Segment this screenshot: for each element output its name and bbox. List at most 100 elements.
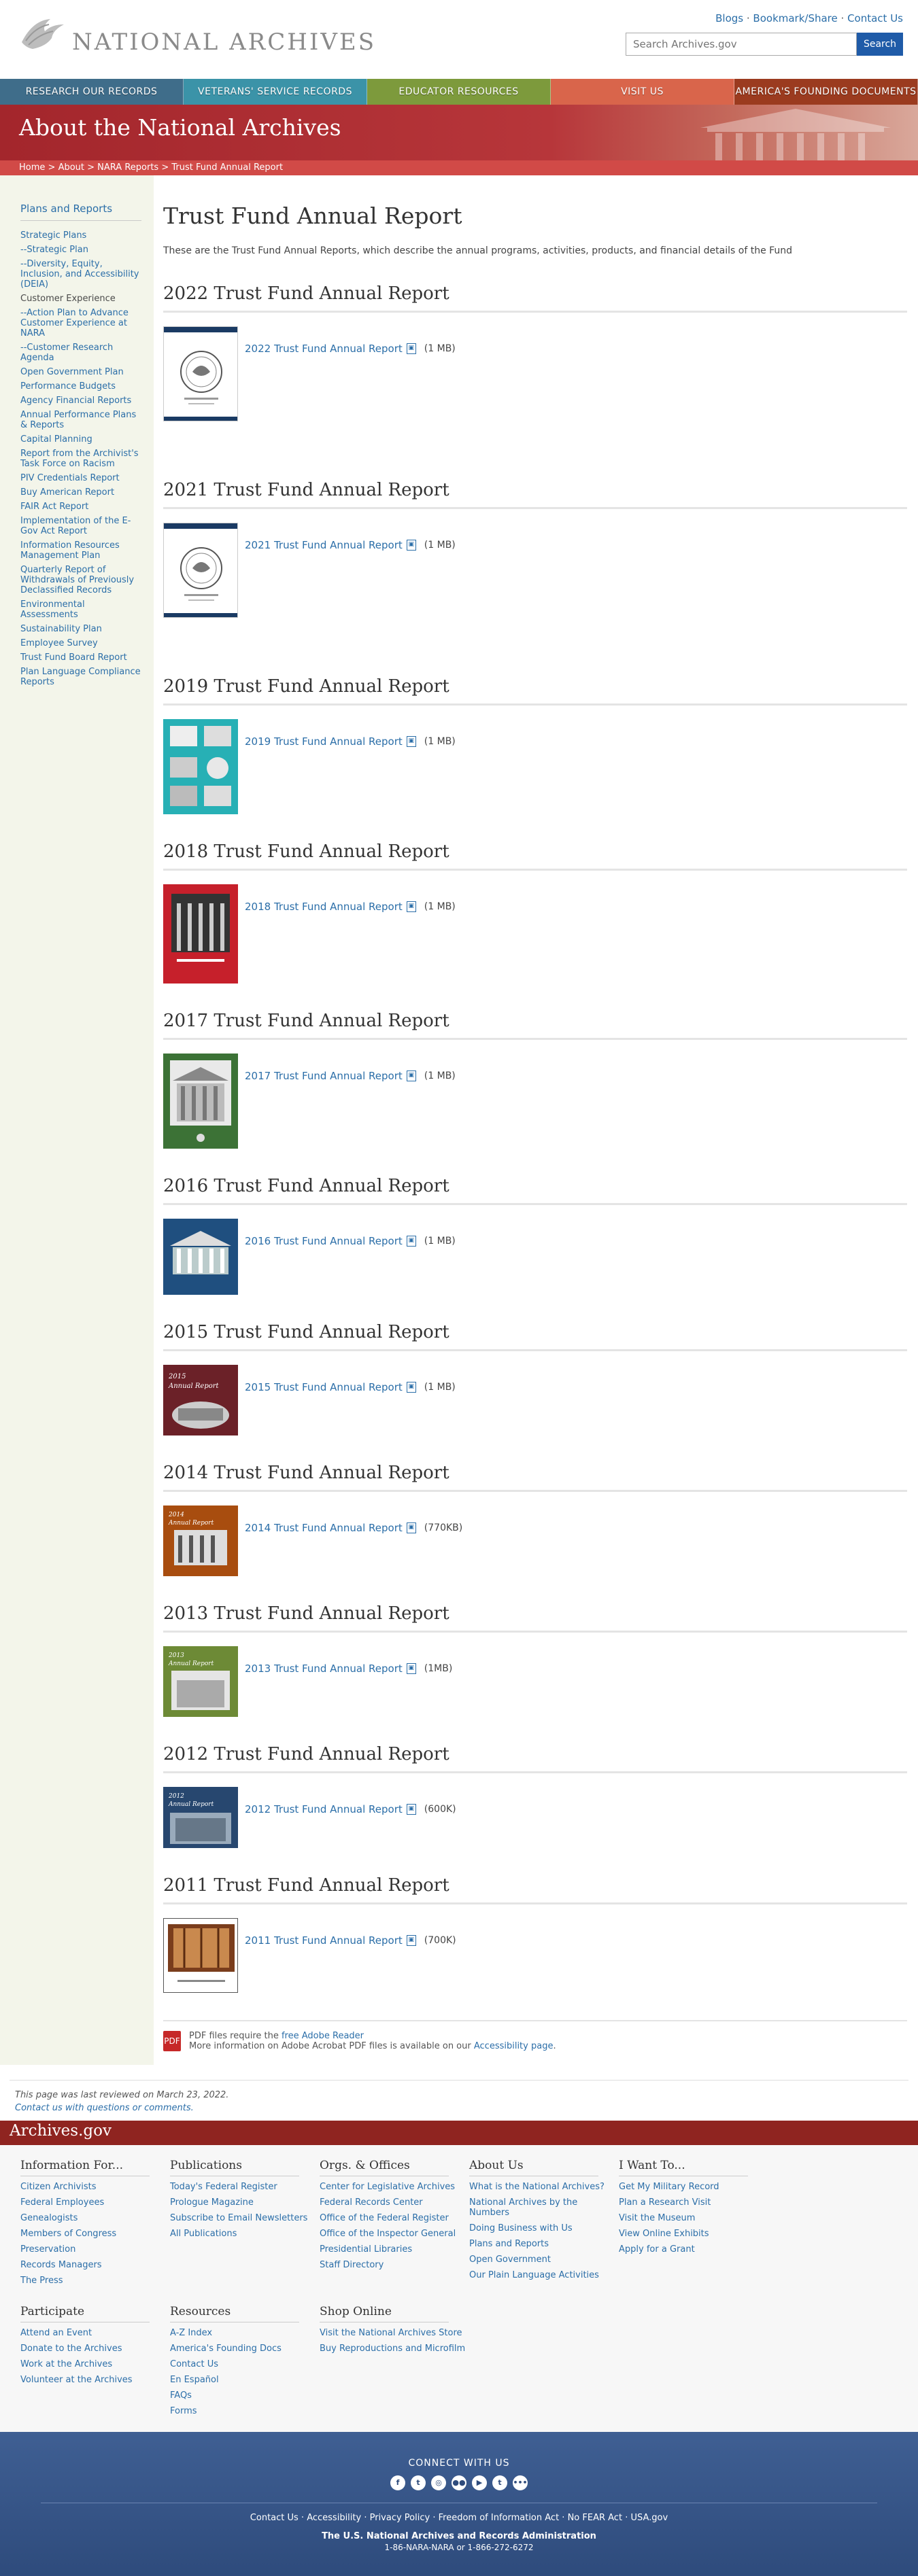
footer-link[interactable]: Volunteer at the Archives: [20, 2375, 170, 2385]
breadcrumb-about[interactable]: About: [58, 162, 84, 173]
report-cover-image[interactable]: 2015 Annual Report: [163, 1365, 238, 1435]
nav-item-2[interactable]: Educator Resources: [367, 79, 551, 105]
footer-link[interactable]: Visit the Museum: [619, 2213, 768, 2223]
sidebar-item[interactable]: Information Resources Management Plan: [20, 540, 141, 561]
footer-link[interactable]: Office of the Inspector General: [320, 2229, 469, 2239]
breadcrumb-nara-reports[interactable]: NARA Reports: [97, 162, 158, 173]
search-button[interactable]: Search: [857, 33, 903, 56]
footer-site-name[interactable]: Archives.gov: [0, 2121, 918, 2145]
adobe-reader-link[interactable]: free Adobe Reader: [282, 2031, 364, 2041]
footer-link[interactable]: The Press: [20, 2276, 170, 2286]
sidebar-item[interactable]: Performance Budgets: [20, 381, 141, 391]
footer-bottom-link[interactable]: Accessibility: [307, 2513, 361, 2523]
footer-link[interactable]: Members of Congress: [20, 2229, 170, 2239]
footer-link[interactable]: Preservation: [20, 2244, 170, 2255]
report-pdf-link[interactable]: 2016 Trust Fund Annual Report: [245, 1235, 403, 1247]
report-cover-image[interactable]: [163, 1054, 238, 1149]
breadcrumb-home[interactable]: Home: [19, 162, 45, 173]
footer-link[interactable]: Office of the Federal Register: [320, 2213, 469, 2223]
footer-link[interactable]: Attend an Event: [20, 2328, 170, 2338]
contact-us-link[interactable]: Contact Us: [847, 12, 903, 24]
sidebar-item[interactable]: Report from the Archivist's Task Force o…: [20, 449, 141, 469]
report-cover-image[interactable]: 2014 Annual Report: [163, 1505, 238, 1576]
sidebar-item[interactable]: Customer Experience: [20, 294, 141, 304]
sidebar-item[interactable]: Buy American Report: [20, 487, 141, 498]
footer-link[interactable]: Buy Reproductions and Microfilm: [320, 2344, 469, 2354]
footer-link[interactable]: Prologue Magazine: [170, 2197, 320, 2208]
sidebar-heading[interactable]: Plans and Reports: [20, 203, 141, 221]
sidebar-item[interactable]: PIV Credentials Report: [20, 473, 141, 483]
footer-bottom-link[interactable]: USA.gov: [630, 2513, 668, 2523]
report-pdf-link[interactable]: 2011 Trust Fund Annual Report: [245, 1934, 403, 1947]
footer-bottom-link[interactable]: Contact Us: [250, 2513, 299, 2523]
nav-item-0[interactable]: Research Our Records: [0, 79, 184, 105]
facebook-icon[interactable]: f: [390, 2475, 405, 2490]
blogs-link[interactable]: Blogs: [715, 12, 743, 24]
nav-item-1[interactable]: Veterans' Service Records: [184, 79, 367, 105]
report-pdf-link[interactable]: 2017 Trust Fund Annual Report: [245, 1070, 403, 1082]
nav-item-4[interactable]: America's Founding Documents: [734, 79, 918, 105]
footer-link[interactable]: Donate to the Archives: [20, 2344, 170, 2354]
instagram-icon[interactable]: ◎: [431, 2475, 446, 2490]
report-pdf-link[interactable]: 2015 Trust Fund Annual Report: [245, 1381, 403, 1393]
sidebar-item[interactable]: Agency Financial Reports: [20, 396, 141, 406]
footer-link[interactable]: National Archives by the Numbers: [469, 2197, 619, 2218]
report-cover-image[interactable]: [163, 1918, 238, 1993]
report-pdf-link[interactable]: 2014 Trust Fund Annual Report: [245, 1522, 403, 1534]
sidebar-item[interactable]: --Action Plan to Advance Customer Experi…: [20, 308, 141, 338]
bookmark-share-link[interactable]: Bookmark/Share: [753, 12, 837, 24]
report-pdf-link[interactable]: 2019 Trust Fund Annual Report: [245, 735, 403, 748]
report-pdf-link[interactable]: 2018 Trust Fund Annual Report: [245, 901, 403, 913]
footer-link[interactable]: Center for Legislative Archives: [320, 2182, 469, 2192]
footer-link[interactable]: View Online Exhibits: [619, 2229, 768, 2239]
report-cover-image[interactable]: [163, 1219, 238, 1295]
report-pdf-link[interactable]: 2022 Trust Fund Annual Report: [245, 343, 403, 355]
report-cover-image[interactable]: [163, 719, 238, 814]
sidebar-item[interactable]: Annual Performance Plans & Reports: [20, 410, 141, 430]
footer-link[interactable]: America's Founding Docs: [170, 2344, 320, 2354]
report-cover-image[interactable]: [163, 523, 238, 618]
report-pdf-link[interactable]: 2012 Trust Fund Annual Report: [245, 1803, 403, 1815]
footer-bottom-link[interactable]: No FEAR Act: [568, 2513, 622, 2523]
footer-link[interactable]: Apply for a Grant: [619, 2244, 768, 2255]
footer-link[interactable]: What is the National Archives?: [469, 2182, 619, 2192]
footer-link[interactable]: Plans and Reports: [469, 2239, 619, 2249]
report-pdf-link[interactable]: 2013 Trust Fund Annual Report: [245, 1663, 403, 1675]
youtube-icon[interactable]: ▶: [472, 2475, 487, 2490]
search-input[interactable]: [626, 33, 857, 56]
footer-link[interactable]: Our Plain Language Activities: [469, 2270, 619, 2280]
sidebar-item[interactable]: Employee Survey: [20, 638, 141, 648]
footer-link[interactable]: All Publications: [170, 2229, 320, 2239]
national-archives-logo[interactable]: NATIONAL ARCHIVES: [19, 15, 376, 57]
footer-link[interactable]: Presidential Libraries: [320, 2244, 469, 2255]
accessibility-page-link[interactable]: Accessibility page: [474, 2041, 554, 2051]
flickr-icon[interactable]: ●●: [452, 2475, 466, 2490]
sidebar-item[interactable]: Sustainability Plan: [20, 624, 141, 634]
footer-link[interactable]: En Español: [170, 2375, 320, 2385]
sidebar-item[interactable]: --Strategic Plan: [20, 245, 141, 255]
footer-link[interactable]: Plan a Research Visit: [619, 2197, 768, 2208]
footer-link[interactable]: Work at the Archives: [20, 2359, 170, 2369]
report-cover-image[interactable]: [163, 884, 238, 984]
sidebar-item[interactable]: FAIR Act Report: [20, 502, 141, 512]
sidebar-item[interactable]: --Customer Research Agenda: [20, 343, 141, 363]
footer-bottom-link[interactable]: Privacy Policy: [370, 2513, 430, 2523]
sidebar-item[interactable]: Strategic Plans: [20, 230, 141, 241]
footer-link[interactable]: Citizen Archivists: [20, 2182, 170, 2192]
footer-link[interactable]: Forms: [170, 2406, 320, 2416]
footer-link[interactable]: Staff Directory: [320, 2260, 469, 2270]
footer-link[interactable]: Today's Federal Register: [170, 2182, 320, 2192]
footer-link[interactable]: A-Z Index: [170, 2328, 320, 2338]
footer-link[interactable]: Open Government: [469, 2255, 619, 2265]
report-cover-image[interactable]: 2012 Annual Report: [163, 1787, 238, 1848]
footer-link[interactable]: Federal Employees: [20, 2197, 170, 2208]
sidebar-item[interactable]: Capital Planning: [20, 434, 141, 445]
more-icon[interactable]: •••: [513, 2475, 528, 2490]
nav-item-3[interactable]: Visit Us: [551, 79, 734, 105]
footer-bottom-link[interactable]: Freedom of Information Act: [439, 2513, 560, 2523]
footer-link[interactable]: Federal Records Center: [320, 2197, 469, 2208]
sidebar-item[interactable]: --Diversity, Equity, Inclusion, and Acce…: [20, 259, 141, 290]
contact-feedback-link[interactable]: Contact us with questions or comments.: [15, 2103, 903, 2113]
sidebar-item[interactable]: Quarterly Report of Withdrawals of Previ…: [20, 565, 141, 595]
footer-link[interactable]: FAQs: [170, 2390, 320, 2401]
